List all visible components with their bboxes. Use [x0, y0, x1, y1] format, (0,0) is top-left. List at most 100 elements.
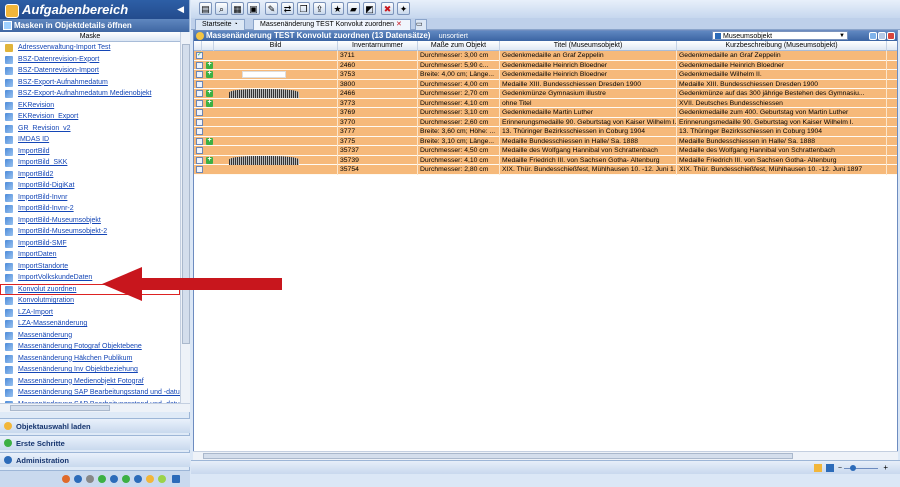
row-checkbox[interactable] — [196, 156, 203, 164]
col-inventarnummer[interactable]: Inventarnummer — [338, 41, 418, 51]
mask-item[interactable]: Massenänderung Medienobjekt Fotograf — [0, 376, 180, 388]
expand-plus-icon[interactable]: + — [206, 61, 213, 69]
grid-horizontal-scrollbar[interactable] — [193, 451, 898, 460]
table-row[interactable]: 3769 Durchmesser: 3,10 cm Gedenkmedaille M… — [194, 108, 897, 118]
tab-konvolut-zuordnen[interactable]: Massenänderung TEST Konvolut zuordnen ✕ — [253, 19, 411, 30]
mask-item[interactable]: GR_Revision_v2 — [0, 123, 180, 135]
row-checkbox[interactable] — [196, 147, 203, 154]
mask-item[interactable]: ImportBild-Museumsobjekt-2 — [0, 226, 180, 238]
footer-tool-icon[interactable] — [134, 475, 142, 483]
select-all-column[interactable] — [194, 41, 202, 51]
mask-item[interactable]: ImportBild-SMF — [0, 238, 180, 250]
link-icon[interactable]: ⇄ — [281, 2, 294, 15]
expand-plus-icon[interactable]: + — [206, 99, 213, 107]
close-tab-icon[interactable]: ✕ — [396, 21, 402, 28]
panel-erste-schritte[interactable]: Erste Schritte — [0, 435, 190, 450]
row-checkbox[interactable] — [196, 166, 203, 173]
table-row[interactable]: +2460 Durchmesser: 5,90 c... Gedenkmedaill… — [194, 60, 897, 70]
row-checkbox[interactable] — [196, 99, 203, 107]
table-row[interactable]: +3773 Durchmesser: 4,10 cm ohne Titel XVII.… — [194, 98, 897, 108]
table-row[interactable]: 3777 Breite: 3,60 cm; Höhe: ... 13. Thürin… — [194, 127, 897, 137]
restore-icon[interactable] — [878, 32, 886, 40]
mask-item[interactable]: ImportBild-Invnr — [0, 192, 180, 204]
delete-icon[interactable]: ✖ — [381, 2, 394, 15]
mask-item[interactable]: Massenänderung Inv Objektbeziehung — [0, 364, 180, 376]
mask-item[interactable]: LZA-Import — [0, 307, 180, 319]
footer-tool-icon[interactable] — [98, 475, 106, 483]
footer-tool-icon[interactable] — [62, 475, 70, 483]
footer-tool-icon[interactable] — [146, 475, 154, 483]
scroll-thumb[interactable] — [10, 405, 110, 411]
tab-startseite[interactable]: Startseite ◔ — [195, 19, 245, 30]
table-row[interactable]: 3800 Durchmesser: 4,00 cm Medaille XIII. B… — [194, 79, 897, 89]
footer-tool-icon[interactable] — [122, 475, 130, 483]
row-checkbox[interactable] — [196, 71, 203, 78]
row-checkbox[interactable] — [196, 61, 203, 69]
footer-tool-icon[interactable] — [74, 475, 82, 483]
refresh-icon[interactable] — [869, 32, 877, 40]
row-checkbox[interactable] — [196, 109, 203, 116]
star-icon[interactable]: ★ — [331, 2, 344, 15]
zoom-out-icon[interactable]: − — [838, 465, 842, 472]
expand-plus-icon[interactable]: + — [206, 89, 213, 97]
save-icon[interactable]: ▤ — [199, 2, 212, 15]
mask-item[interactable]: BSZ-Datenrevision-Export — [0, 54, 180, 66]
tools-icon[interactable]: ✦ — [397, 2, 410, 15]
mask-item[interactable]: LZA-Massenänderung — [0, 318, 180, 330]
zoom-slider-handle[interactable] — [850, 465, 856, 471]
mask-item[interactable]: Massenänderung — [0, 330, 180, 342]
zoom-in-icon[interactable]: + — [883, 463, 888, 472]
table-row[interactable]: +35739 Durchmesser: 4,10 cm Medaille Fried… — [194, 155, 897, 165]
import-icon[interactable]: ⇪ — [313, 2, 326, 15]
table-row[interactable]: 3770 Durchmesser: 2,60 cm Erinnerungsmedai… — [194, 117, 897, 127]
row-checkbox[interactable]: ✓ — [196, 52, 203, 59]
table-row[interactable]: +3775 Breite: 3,10 cm; Länge... Medaille B… — [194, 136, 897, 146]
row-checkbox[interactable] — [196, 118, 203, 126]
object-type-select[interactable]: Museumsobjekt ▼ — [712, 31, 848, 40]
mask-item[interactable]: Massenänderung Häkchen Publikum — [0, 353, 180, 365]
mask-list-vertical-scrollbar[interactable] — [180, 32, 190, 403]
table-row[interactable]: 35737 Durchmesser: 4,50 cm Medaille des Wo… — [194, 146, 897, 156]
table-row[interactable]: 35754 Durchmesser: 2,80 cm XIX. Thür. Bund… — [194, 165, 897, 175]
expand-plus-icon[interactable]: + — [206, 156, 213, 164]
col-kurzbeschreibung[interactable]: Kurzbeschreibung (Museumsobjekt) — [677, 41, 887, 51]
mask-item[interactable]: ImportBild2 — [0, 169, 180, 181]
mask-item[interactable]: EKRevision_Export — [0, 111, 180, 123]
edit-icon[interactable]: ✎ — [265, 2, 278, 15]
new-tab-button[interactable]: ▭ — [415, 19, 427, 30]
mask-item[interactable]: BSZ-Export-Aufnahmedatum — [0, 77, 180, 89]
scroll-thumb[interactable] — [203, 453, 793, 459]
mask-item[interactable]: ImportBild_SKK — [0, 157, 180, 169]
table-row[interactable]: ✓ 3711 Durchmesser: 3,00 cm Gedenkmedaille … — [194, 51, 897, 61]
mask-item[interactable]: BSZ-Datenrevision-Import — [0, 65, 180, 77]
mask-item[interactable]: ImportBild — [0, 146, 180, 158]
detail-icon[interactable]: ▣ — [247, 2, 260, 15]
search-icon[interactable]: ⌕ — [215, 2, 228, 15]
mask-item[interactable]: ImportBild-Museumsobjekt — [0, 215, 180, 227]
footer-tool-icon[interactable] — [158, 475, 166, 483]
mask-item[interactable]: IMDAS ID — [0, 134, 180, 146]
col-titel[interactable]: Titel (Museumsobjekt) — [500, 41, 677, 51]
panel-objektauswahl[interactable]: Objektauswahl laden — [0, 418, 190, 433]
mask-item[interactable]: ImportBild-DigiKat — [0, 180, 180, 192]
col-masse[interactable]: Maße zum Objekt — [418, 41, 500, 51]
folder-open-icon[interactable]: ◩ — [363, 2, 376, 15]
task-panel-subtitle[interactable]: Masken in Objektdetails öffnen — [0, 19, 189, 32]
expand-plus-icon[interactable]: + — [206, 70, 213, 78]
mask-list-horizontal-scrollbar[interactable] — [0, 403, 190, 412]
table-row[interactable]: +2466 Durchmesser: 2,70 cm Gedenkmünze Gym… — [194, 89, 897, 99]
chart-icon[interactable] — [826, 464, 834, 472]
row-checkbox[interactable] — [196, 90, 203, 97]
row-checkbox[interactable] — [196, 128, 203, 135]
mask-column-header[interactable]: Maske — [0, 32, 180, 42]
folder-icon[interactable]: ▰ — [347, 2, 360, 15]
copy-icon[interactable]: ❐ — [297, 2, 310, 15]
col-bild[interactable]: Bild — [214, 41, 338, 51]
table-icon[interactable]: ▦ — [231, 2, 244, 15]
layout-icon[interactable] — [814, 464, 822, 472]
panel-administration[interactable]: Administration — [0, 452, 190, 467]
mask-item[interactable]: Adressverwaltung-Import Test — [0, 42, 180, 54]
table-row[interactable]: +3753 Breite: 4,00 cm; Länge... Gedenkmeda… — [194, 70, 897, 80]
footer-tool-icon[interactable] — [86, 475, 94, 483]
row-checkbox[interactable] — [196, 80, 203, 88]
